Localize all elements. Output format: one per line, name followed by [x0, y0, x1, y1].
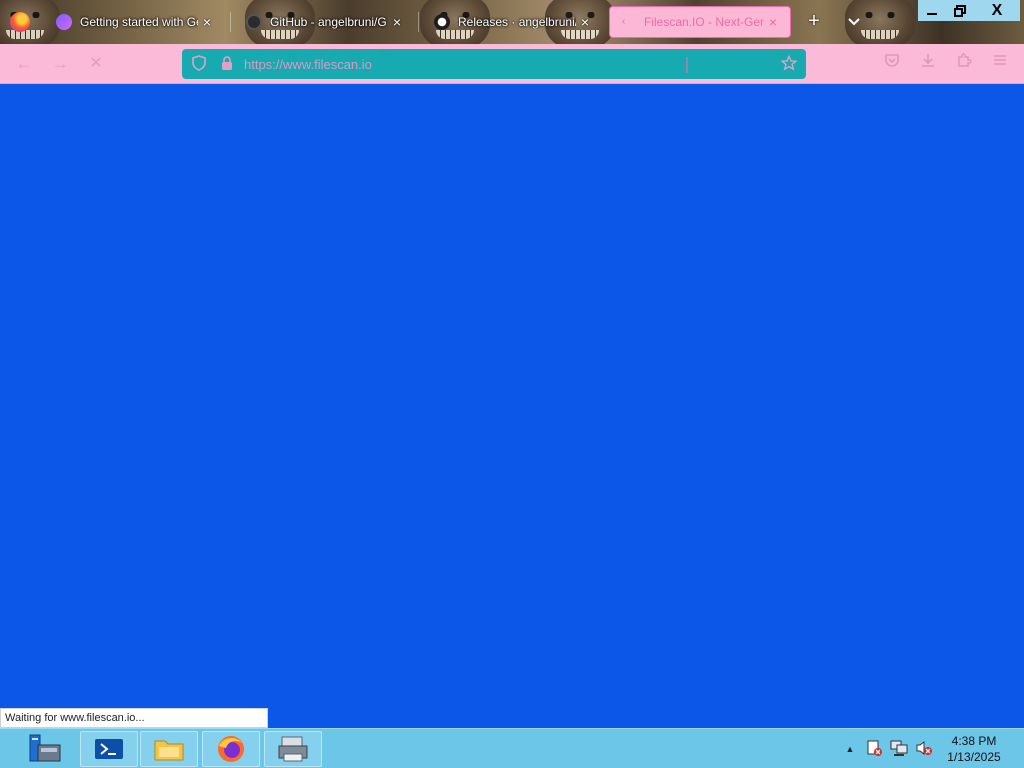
- close-window-button[interactable]: X: [974, 0, 1020, 21]
- start-button[interactable]: [14, 731, 70, 767]
- network-icon[interactable]: [888, 739, 910, 759]
- minimize-button[interactable]: [918, 0, 946, 21]
- server-manager-icon: [29, 734, 61, 762]
- pocket-button[interactable]: [880, 52, 904, 76]
- pocket-icon: [885, 54, 899, 67]
- status-panel: Waiting for www.filescan.io...: [0, 708, 268, 728]
- tab-separator: [418, 12, 419, 32]
- firefox-icon: [218, 736, 244, 762]
- star-icon[interactable]: [780, 54, 798, 73]
- restore-icon: [954, 4, 966, 17]
- extensions-button[interactable]: [952, 52, 976, 76]
- download-icon: [922, 54, 934, 67]
- navigation-toolbar: ← → ✕ https://www.filescan.io: [0, 44, 1024, 84]
- stop-button[interactable]: ✕: [84, 52, 108, 76]
- firefox-view-icon[interactable]: [10, 12, 30, 32]
- tab-github[interactable]: GitHub - angelbruni/G ×: [234, 6, 414, 38]
- github-tab-icon: [246, 14, 262, 30]
- page-content: [0, 85, 1024, 728]
- show-hidden-icons-button[interactable]: ▲: [842, 739, 858, 759]
- close-tab-icon[interactable]: ×: [388, 13, 406, 31]
- new-tab-button[interactable]: +: [802, 10, 826, 34]
- tab-title: Releases · angelbruni/G: [458, 15, 576, 29]
- lock-icon[interactable]: [218, 55, 236, 73]
- powershell-icon: [95, 739, 123, 759]
- url-text[interactable]: https://www.filescan.io: [244, 57, 372, 72]
- address-bar[interactable]: https://www.filescan.io: [182, 49, 806, 79]
- back-button[interactable]: ←: [12, 52, 36, 76]
- tab-filescan[interactable]: ‹ Filescan.IO - Next-Gen I ×: [609, 6, 791, 38]
- close-tab-icon[interactable]: ×: [198, 13, 216, 31]
- tab-releases[interactable]: Releases · angelbruni/G ×: [422, 6, 602, 38]
- chevron-down-icon: [848, 18, 860, 26]
- tab-bar: Getting started with Ge × GitHub - angel…: [0, 0, 1024, 44]
- tab-separator: [230, 12, 231, 32]
- tab-title: GitHub - angelbruni/G: [270, 15, 387, 29]
- folder-icon: [154, 740, 184, 761]
- tab-getting-started[interactable]: Getting started with Ge ×: [44, 6, 224, 38]
- loading-tab-icon: ‹: [622, 16, 626, 27]
- list-all-tabs-button[interactable]: [842, 10, 866, 34]
- puzzle-icon: [958, 53, 972, 67]
- downloads-button[interactable]: [916, 52, 940, 76]
- forward-button[interactable]: →: [48, 52, 72, 76]
- tab-title: Getting started with Ge: [80, 15, 198, 29]
- system-clock[interactable]: 4:38 PM 1/13/2025: [936, 733, 1012, 765]
- volume-muted-icon[interactable]: [914, 739, 934, 759]
- clock-date: 1/13/2025: [947, 750, 1001, 764]
- action-center-icon[interactable]: [864, 739, 884, 759]
- minimize-icon: [927, 12, 937, 15]
- close-tab-icon[interactable]: ×: [576, 13, 594, 31]
- taskbar-firefox[interactable]: [202, 731, 260, 767]
- gemini-tab-icon: [56, 14, 72, 30]
- github-tab-icon: [434, 14, 450, 30]
- restore-button[interactable]: [946, 0, 974, 21]
- text-cursor: [686, 57, 688, 73]
- hamburger-icon: [994, 55, 1006, 65]
- shield-icon[interactable]: [190, 55, 208, 73]
- taskbar-file-explorer[interactable]: [140, 731, 198, 767]
- taskbar-powershell[interactable]: [80, 731, 138, 767]
- clock-time: 4:38 PM: [951, 734, 997, 748]
- close-tab-icon[interactable]: ×: [764, 13, 782, 31]
- taskbar: ▲ 4:38 PM 1/13/2025: [0, 728, 1024, 768]
- taskbar-server-app[interactable]: [264, 731, 322, 767]
- printer-icon: [278, 736, 308, 762]
- app-menu-button[interactable]: [988, 52, 1012, 76]
- tab-title: Filescan.IO - Next-Gen I: [644, 15, 764, 29]
